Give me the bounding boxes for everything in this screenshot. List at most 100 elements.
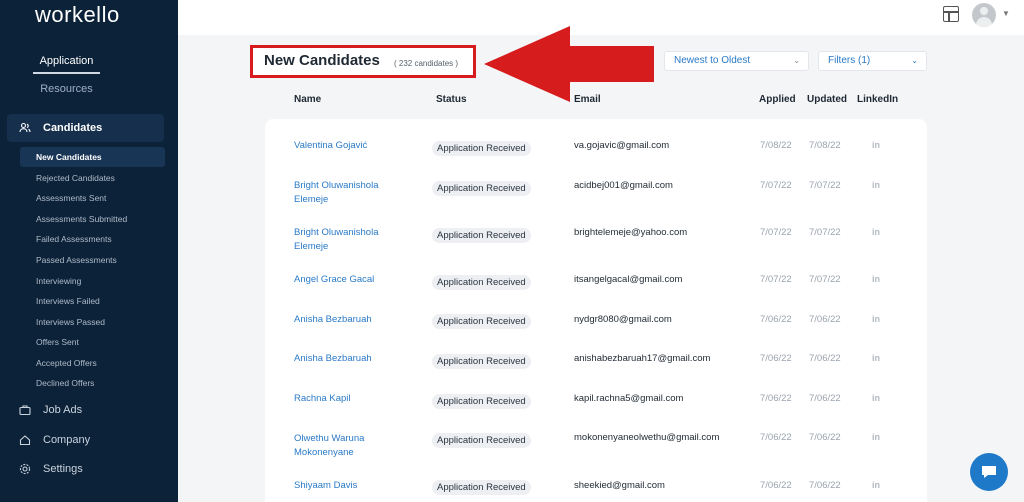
applied-date: 7/07/22 [760,274,792,285]
status-badge: Application Received [432,394,531,409]
applied-date: 7/06/22 [760,314,792,325]
candidate-email: brightelemeje@yahoo.com [574,227,688,238]
linkedin-icon[interactable]: in [872,140,880,150]
candidate-name-link[interactable]: Valentina Gojavić [294,139,404,153]
candidate-email: sheekied@gmail.com [574,480,665,491]
chevron-down-icon[interactable]: ▼ [1002,9,1010,18]
sidebar-item-label: Job Ads [43,404,83,416]
sidebar-item-label: Candidates [43,122,103,134]
chevron-down-icon: ⌄ [911,56,918,65]
sidebar-item-label: Company [43,434,91,446]
linkedin-icon[interactable]: in [872,432,880,442]
users-icon [19,122,31,134]
candidate-name-link[interactable]: Shiyaam Davis [294,479,404,493]
candidate-name-link[interactable]: Angel Grace Gacal [294,273,404,287]
updated-date: 7/06/22 [809,480,841,491]
applied-date: 7/06/22 [760,432,792,443]
status-badge: Application Received [432,141,531,156]
updated-date: 7/06/22 [809,393,841,404]
sort-value: Newest to Oldest [674,55,751,66]
status-badge: Application Received [432,433,531,448]
sidebar-subitem[interactable]: Interviewing [20,271,165,291]
status-badge: Application Received [432,181,531,196]
tab-resources[interactable]: Resources [33,83,100,95]
candidate-name-link[interactable]: Rachna Kapil [294,392,404,406]
avatar[interactable] [972,3,996,27]
sort-dropdown[interactable]: Newest to Oldest ⌄ [664,51,809,71]
chevron-down-icon: ⌄ [793,56,800,65]
sidebar-item-settings[interactable]: Settings [7,455,164,483]
sidebar-item-candidates[interactable]: Candidates [7,114,164,142]
column-header-status[interactable]: Status [436,94,467,105]
status-badge: Application Received [432,354,531,369]
sidebar: workello Application Resources Candidate… [0,0,178,502]
sidebar-subitem[interactable]: Failed Assessments [20,229,165,249]
column-header-applied[interactable]: Applied [759,94,796,105]
filters-value: Filters (1) [828,55,871,66]
tab-application[interactable]: Application [33,55,100,74]
column-header-name[interactable]: Name [294,94,321,105]
linkedin-icon[interactable]: in [872,274,880,284]
applied-date: 7/07/22 [760,180,792,191]
sidebar-subitem[interactable]: Assessments Sent [20,188,165,208]
candidate-email: anishabezbaruah17@gmail.com [574,353,711,364]
updated-date: 7/07/22 [809,180,841,191]
sidebar-subitem[interactable]: Interviews Failed [20,291,165,311]
status-badge: Application Received [432,314,531,329]
linkedin-icon[interactable]: in [872,314,880,324]
updated-date: 7/07/22 [809,274,841,285]
status-badge: Application Received [432,275,531,290]
sidebar-subitem[interactable]: Assessments Submitted [20,209,165,229]
candidate-name-link[interactable]: Olwethu Waruna Mokonenyane [294,432,404,460]
annotation-arrow-icon [484,26,654,102]
applied-date: 7/08/22 [760,140,792,151]
linkedin-icon[interactable]: in [872,180,880,190]
column-header-linkedin[interactable]: LinkedIn [857,94,898,105]
linkedin-icon[interactable]: in [872,393,880,403]
linkedin-icon[interactable]: in [872,227,880,237]
candidate-email: mokonenyaneolwethu@gmail.com [574,432,720,443]
candidate-name-link[interactable]: Bright Oluwanishola Elemeje [294,226,404,254]
updated-date: 7/08/22 [809,140,841,151]
sidebar-subitem[interactable]: Declined Offers [20,373,165,393]
app-logo[interactable]: workello [35,2,120,28]
sidebar-item-label: Settings [43,463,83,475]
updated-date: 7/06/22 [809,432,841,443]
column-header-updated[interactable]: Updated [807,94,847,105]
candidate-count: ( 232 candidates ) [394,59,459,68]
candidate-name-link[interactable]: Bright Oluwanishola Elemeje [294,179,404,207]
status-badge: Application Received [432,480,531,495]
sidebar-subitem[interactable]: Rejected Candidates [20,168,165,188]
applied-date: 7/06/22 [760,393,792,404]
linkedin-icon[interactable]: in [872,480,880,490]
page-title: New Candidates [264,52,380,69]
candidate-email: itsangelgacal@gmail.com [574,274,683,285]
column-header-email[interactable]: Email [574,94,601,105]
updated-date: 7/06/22 [809,314,841,325]
linkedin-icon[interactable]: in [872,353,880,363]
filters-dropdown[interactable]: Filters (1) ⌄ [818,51,927,71]
applied-date: 7/06/22 [760,353,792,364]
home-icon [19,434,31,446]
candidate-email: acidbej001@gmail.com [574,180,673,191]
sidebar-subitem[interactable]: Accepted Offers [20,353,165,373]
updated-date: 7/07/22 [809,227,841,238]
candidates-table: Valentina Gojavić Application Received va.… [265,119,927,502]
applied-date: 7/06/22 [760,480,792,491]
sidebar-subitem[interactable]: Offers Sent [20,332,165,352]
candidate-name-link[interactable]: Anisha Bezbaruah [294,352,404,366]
candidate-email: kapil.rachna5@gmail.com [574,393,684,404]
status-badge: Application Received [432,228,531,243]
chat-icon [982,466,996,478]
chat-button[interactable] [970,453,1008,491]
sidebar-subitem[interactable]: Interviews Passed [20,312,165,332]
layout-icon[interactable] [943,6,959,22]
sidebar-item-job-ads[interactable]: Job Ads [7,396,164,424]
gear-icon [19,463,31,475]
sidebar-subitem[interactable]: Passed Assessments [20,250,165,270]
candidate-email: va.gojavic@gmail.com [574,140,670,151]
sidebar-subitem[interactable]: New Candidates [20,147,165,167]
updated-date: 7/06/22 [809,353,841,364]
candidate-name-link[interactable]: Anisha Bezbaruah [294,313,404,327]
sidebar-item-company[interactable]: Company [7,426,164,454]
